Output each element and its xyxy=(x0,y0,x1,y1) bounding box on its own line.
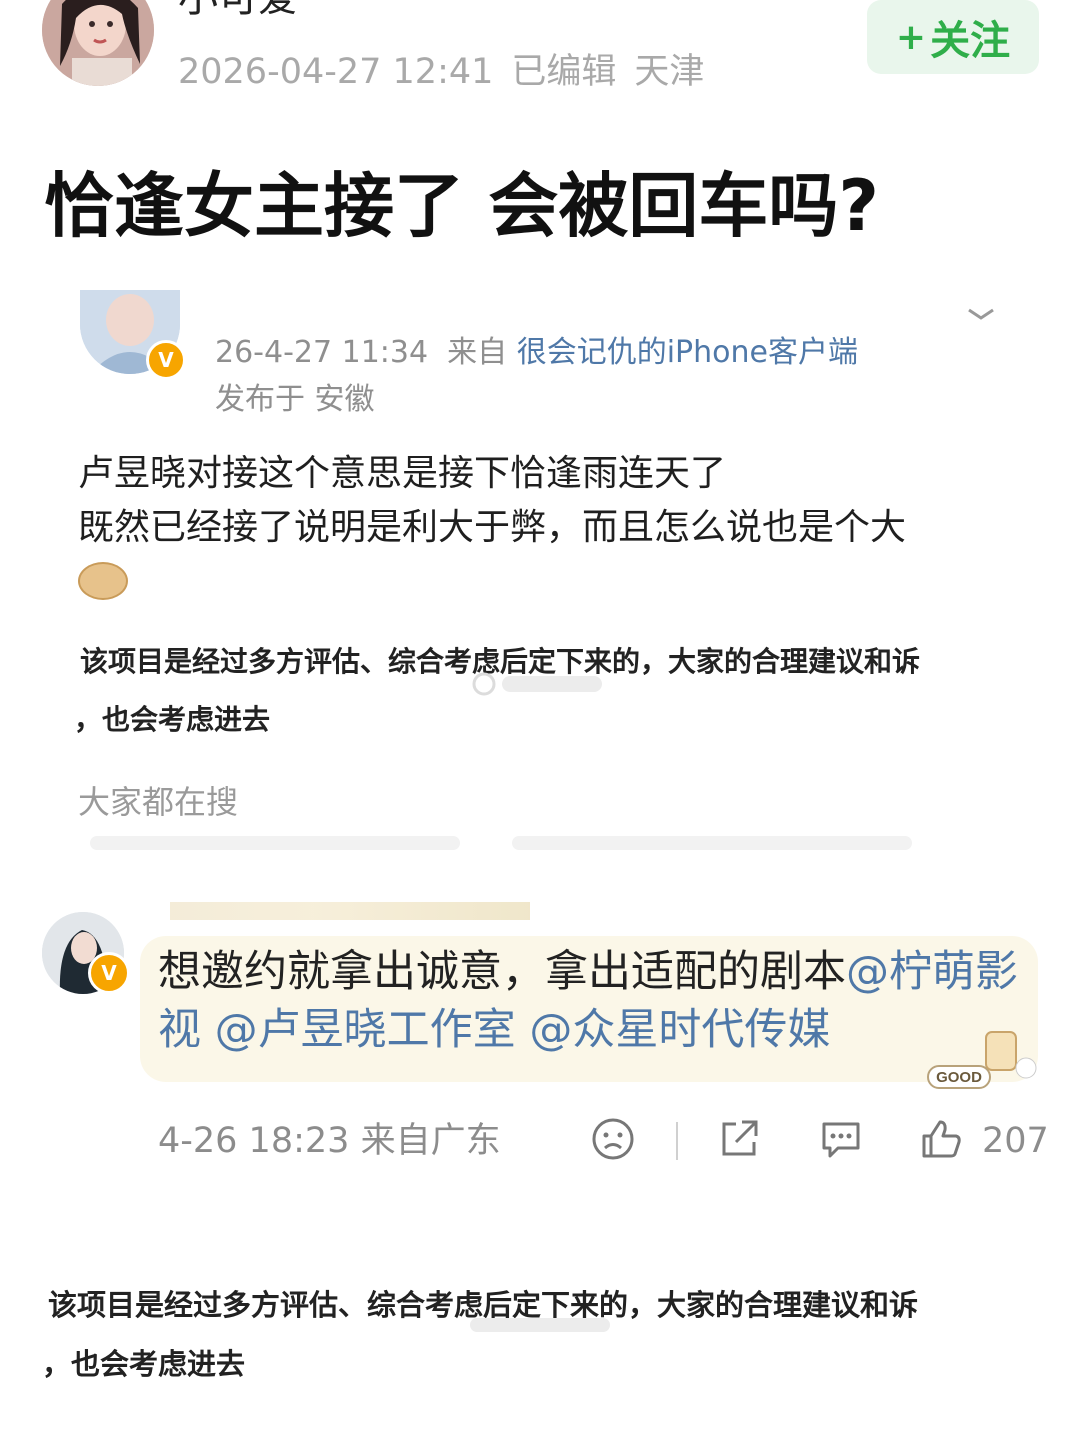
author-avatar[interactable] xyxy=(42,0,154,86)
post-location: 天津 xyxy=(634,52,705,92)
follow-button[interactable]: + 关注 xyxy=(867,0,1039,74)
post-date: 2026-04-27 12:41 xyxy=(178,52,494,92)
comment-location: 来自广东 xyxy=(360,1121,501,1161)
verified-badge-icon: V xyxy=(88,952,130,994)
quoted-post-location: 发布于 安徽 xyxy=(215,382,375,417)
cropped-text-fragment xyxy=(170,902,530,920)
sad-face-icon[interactable] xyxy=(590,1116,636,1162)
author-name[interactable]: 小可爱 xyxy=(178,0,298,22)
mention-link[interactable]: @众星时代传媒 xyxy=(529,1005,830,1055)
quoted-caption-line-2: ，也会考虑进去 xyxy=(74,703,271,736)
post-meta: 2026-04-27 12:41 已编辑 天津 xyxy=(178,50,722,94)
comment-body: 想邀约就拿出诚意，拿出适配的剧本 xyxy=(158,947,846,997)
comment-time: 4-26 18:23 xyxy=(158,1121,350,1161)
edited-label: 已编辑 xyxy=(511,52,617,92)
plus-icon: + xyxy=(895,16,927,58)
mention-link[interactable]: @卢昱晓工作室 xyxy=(215,1005,516,1055)
from-label: 来自 xyxy=(447,335,508,370)
thumbs-up-icon[interactable] xyxy=(918,1116,964,1162)
search-suggestion[interactable] xyxy=(512,836,912,850)
chevron-down-icon[interactable] xyxy=(966,304,996,328)
good-sticker-icon: GOOD xyxy=(926,1028,1038,1090)
like-count: 207 xyxy=(982,1121,1049,1161)
comment-meta: 4-26 18:23 来自广东 xyxy=(158,1118,501,1164)
post-title: 恰逢女主接了 会被回车吗? xyxy=(44,165,879,247)
quoted-line-1: 卢昱晓对接这个意思是接下恰逢雨连天了 xyxy=(78,453,727,494)
verified-badge-icon: V xyxy=(146,340,186,380)
follow-label: 关注 xyxy=(930,18,1011,64)
good-sticker-text: GOOD xyxy=(936,1069,982,1086)
action-divider xyxy=(676,1122,678,1160)
quoted-post-body: 卢昱晓对接这个意思是接下恰逢雨连天了 既然已经接了说明是利大于弊，而且怎么说也是… xyxy=(78,447,906,555)
comment-icon[interactable] xyxy=(818,1116,864,1162)
share-icon[interactable] xyxy=(716,1116,762,1162)
trending-search-label: 大家都在搜 xyxy=(78,783,239,821)
watermark-icon xyxy=(470,1318,610,1332)
client-link[interactable]: 很会记仇的iPhone客户端 xyxy=(517,335,858,370)
quoted-post-meta: 26-4-27 11:34 来自 很会记仇的iPhone客户端 xyxy=(215,333,858,373)
watermark-icon xyxy=(470,670,610,704)
bread-emoji-icon xyxy=(78,562,128,600)
comment-text: 想邀约就拿出诚意，拿出适配的剧本@柠萌影视 @卢昱晓工作室 @众星时代传媒 xyxy=(158,943,1018,1059)
quoted-line-2: 既然已经接了说明是利大于弊，而且怎么说也是个大 xyxy=(78,507,907,548)
search-suggestion[interactable] xyxy=(90,836,460,850)
caption-line-2: ，也会考虑进去 xyxy=(42,1347,246,1381)
quoted-post-time: 26-4-27 11:34 xyxy=(215,335,429,370)
